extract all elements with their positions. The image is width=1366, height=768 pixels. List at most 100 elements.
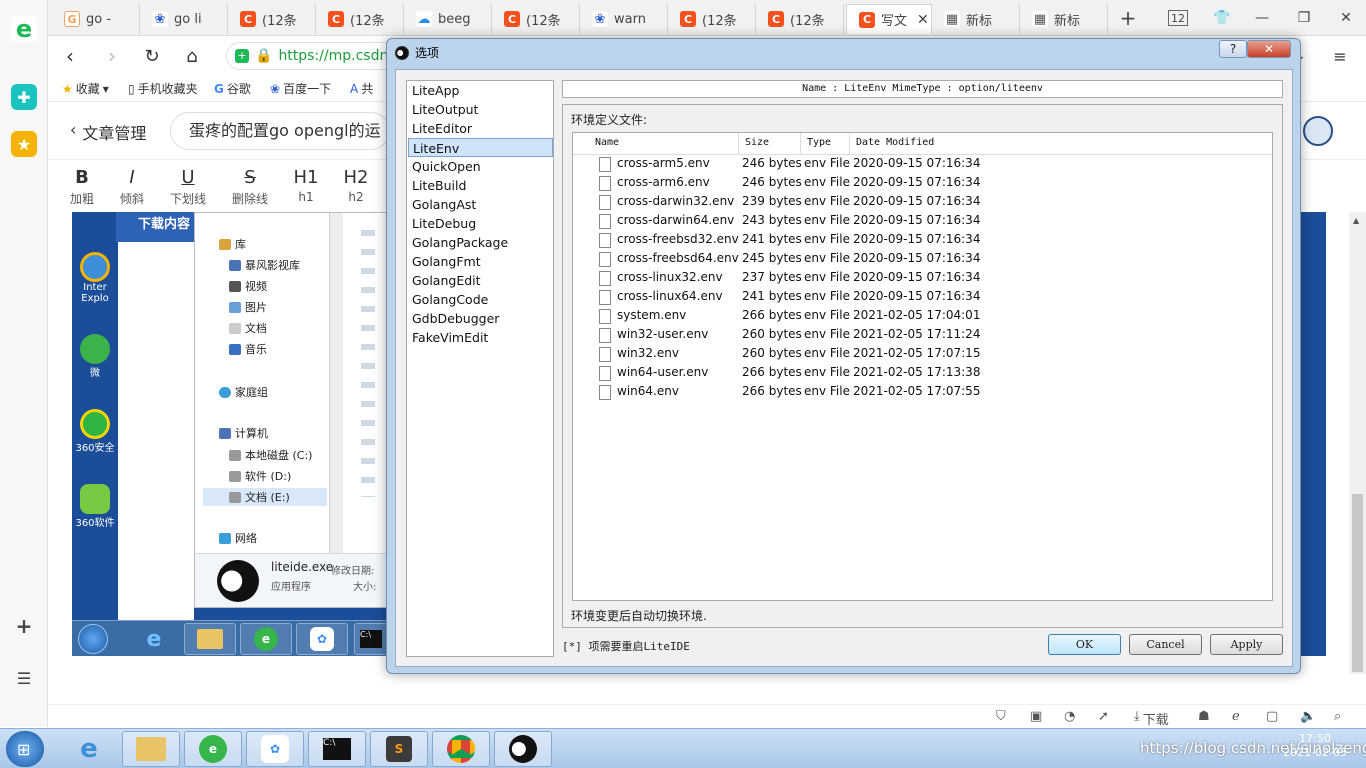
tab-active[interactable]: C 写文 ✕ <box>846 4 932 34</box>
page-item-liteapp[interactable]: LiteApp <box>408 81 553 100</box>
netdisk-taskbar-button[interactable]: ✿ <box>246 731 304 767</box>
reload-icon[interactable]: ↻ <box>140 44 164 68</box>
scroll-up-icon[interactable]: ▲ <box>1353 216 1359 225</box>
game-icon[interactable]: ☗ <box>1198 709 1210 724</box>
minimize-icon[interactable]: — <box>1250 6 1274 30</box>
page-item-golangast[interactable]: GolangAst <box>408 195 553 214</box>
file-row[interactable]: win64.env 266 bytes env File 2021-02-05 17:… <box>573 383 1272 402</box>
h1-button[interactable]: H1 h1 <box>286 166 326 204</box>
start-button[interactable]: ⊞ <box>6 731 44 767</box>
image-icon[interactable]: ▣ <box>1030 709 1042 724</box>
bookmark-baidu[interactable]: ❀ 百度一下 <box>270 80 331 97</box>
file-row[interactable]: win32-user.env 260 bytes env File 2021-02-0… <box>573 326 1272 345</box>
volume-icon[interactable]: 🔈 <box>1300 709 1316 724</box>
italic-button[interactable]: I 倾斜 <box>112 166 152 207</box>
apply-button[interactable]: Apply <box>1210 634 1283 655</box>
page-item-litedebug[interactable]: LiteDebug <box>408 214 553 233</box>
column-header-date[interactable]: Date Modified <box>850 133 1272 155</box>
back-icon[interactable]: ‹ <box>58 44 82 68</box>
tab[interactable]: C (12条 <box>492 4 580 34</box>
close-icon[interactable]: ✕ <box>917 12 929 28</box>
tab[interactable]: ▦ 新标 <box>1020 4 1108 34</box>
sublime-taskbar-button[interactable]: S <box>370 731 428 767</box>
page-item-golangedit[interactable]: GolangEdit <box>408 271 553 290</box>
file-row[interactable]: win64-user.env 266 bytes env File 2021-02-0… <box>573 364 1272 383</box>
bookmark-google[interactable]: G 谷歌 <box>214 80 251 97</box>
tab[interactable]: ❀ warn <box>580 4 668 34</box>
scroll-thumb[interactable] <box>1352 494 1363 672</box>
360-browser-taskbar-button[interactable]: e <box>184 731 242 767</box>
star-favorites-icon[interactable]: ★ <box>11 131 37 157</box>
cancel-button[interactable]: Cancel <box>1129 634 1202 655</box>
ie-taskbar-button[interactable]: e <box>60 731 118 767</box>
tab[interactable]: C (12条 <box>228 4 316 34</box>
menu-icon[interactable]: ≡ <box>1328 44 1352 68</box>
explorer-taskbar-button[interactable] <box>122 731 180 767</box>
h2-button[interactable]: H2 h2 <box>336 166 376 204</box>
tab-counter[interactable]: 12 <box>1168 10 1188 26</box>
strikethrough-button[interactable]: S 删除线 <box>230 166 270 207</box>
download-button[interactable]: ⤓ 下载 <box>1134 709 1169 728</box>
speed-icon[interactable]: ◔ <box>1064 709 1075 724</box>
tab[interactable]: C (12条 <box>668 4 756 34</box>
page-item-liteoutput[interactable]: LiteOutput <box>408 100 553 119</box>
home-icon[interactable]: ⌂ <box>180 44 204 68</box>
file-row[interactable]: win32.env 260 bytes env File 2021-02-05 17:… <box>573 345 1272 364</box>
chrome-taskbar-button[interactable] <box>432 731 490 767</box>
file-row[interactable]: system.env 266 bytes env File 2021-02-05 17… <box>573 307 1272 326</box>
page-item-quickopen[interactable]: QuickOpen <box>408 157 553 176</box>
tab[interactable]: Ggo - <box>52 4 140 34</box>
plus-app-icon[interactable]: ✚ <box>11 84 37 110</box>
tab[interactable]: ▦ 新标 <box>932 4 1020 34</box>
restore-icon[interactable]: ❐ <box>1292 6 1316 30</box>
file-row[interactable]: cross-freebsd32.env 241 bytes env File 2020… <box>573 231 1272 250</box>
file-row[interactable]: cross-darwin64.env 243 bytes env File 2020-… <box>573 212 1272 231</box>
ie-mode-icon[interactable]: ℯ <box>1232 709 1240 724</box>
add-icon[interactable]: + <box>11 613 37 639</box>
avatar[interactable] <box>1303 116 1333 146</box>
page-item-gdbdebugger[interactable]: GdbDebugger <box>408 309 553 328</box>
bold-button[interactable]: B 加粗 <box>62 166 102 207</box>
rocket-icon[interactable]: ➚ <box>1098 709 1109 724</box>
page-item-fakevimedit[interactable]: FakeVimEdit <box>408 328 553 347</box>
taskbar-clock[interactable]: 17:50 2021-02-05 <box>1270 732 1360 760</box>
bookmark-mobile[interactable]: ▯ 手机收藏夹 <box>128 80 198 97</box>
zoom-icon[interactable]: ⌕ <box>1334 709 1341 724</box>
window-close-icon[interactable]: ✕ <box>1334 6 1358 30</box>
article-manage-link[interactable]: ‹ 文章管理 <box>70 120 146 144</box>
page-item-liteeditor[interactable]: LiteEditor <box>408 119 553 138</box>
menu-list-icon[interactable]: ☰ <box>11 665 37 691</box>
tab[interactable]: ☁ beeg <box>404 4 492 34</box>
dialog-close-button[interactable]: ✕ <box>1247 40 1291 58</box>
forward-icon[interactable]: › <box>100 44 124 68</box>
help-button[interactable]: ? <box>1219 40 1247 58</box>
page-item-liteenv[interactable]: LiteEnv <box>408 138 553 157</box>
file-row[interactable]: cross-freebsd64.env 245 bytes env File 2020… <box>573 250 1272 269</box>
window-icon[interactable]: ▢ <box>1266 709 1278 724</box>
column-header-type[interactable]: Type <box>801 133 850 155</box>
page-item-golangcode[interactable]: GolangCode <box>408 290 553 309</box>
bookmark-favorites[interactable]: ★ 收藏 ▾ <box>62 80 109 97</box>
file-row[interactable]: cross-arm6.env 246 bytes env File 2020-09-1… <box>573 174 1272 193</box>
tab[interactable]: C (12条 <box>316 4 404 34</box>
page-item-litebuild[interactable]: LiteBuild <box>408 176 553 195</box>
file-row[interactable]: cross-arm5.env 246 bytes env File 2020-09-1… <box>573 155 1272 174</box>
page-item-golangfmt[interactable]: GolangFmt <box>408 252 553 271</box>
tab[interactable]: C (12条 <box>756 4 844 34</box>
bookmark-other[interactable]: A共 <box>350 80 373 97</box>
shield-icon[interactable]: ⛉ <box>996 709 1006 724</box>
article-title-input[interactable]: 蛋疼的配置go opengl的运 <box>170 112 390 150</box>
file-row[interactable]: cross-linux32.env 237 bytes env File 2020-0… <box>573 269 1272 288</box>
page-item-golangpackage[interactable]: GolangPackage <box>408 233 553 252</box>
ok-button[interactable]: OK <box>1048 634 1121 655</box>
new-tab-icon[interactable]: + <box>1116 6 1140 30</box>
tab[interactable]: ❀ go li <box>140 4 228 34</box>
file-row[interactable]: cross-linux64.env 241 bytes env File 2020-0… <box>573 288 1272 307</box>
liteide-taskbar-button[interactable] <box>494 731 552 767</box>
shirt-skin-icon[interactable]: 👕 <box>1210 6 1234 30</box>
column-header-size[interactable]: Size <box>739 133 801 155</box>
underline-button[interactable]: U 下划线 <box>168 166 208 207</box>
page-scrollbar[interactable]: ▲ <box>1349 212 1366 674</box>
file-row[interactable]: cross-darwin32.env 239 bytes env File 2020-… <box>573 193 1272 212</box>
cmd-taskbar-button[interactable]: C:\ <box>308 731 366 767</box>
